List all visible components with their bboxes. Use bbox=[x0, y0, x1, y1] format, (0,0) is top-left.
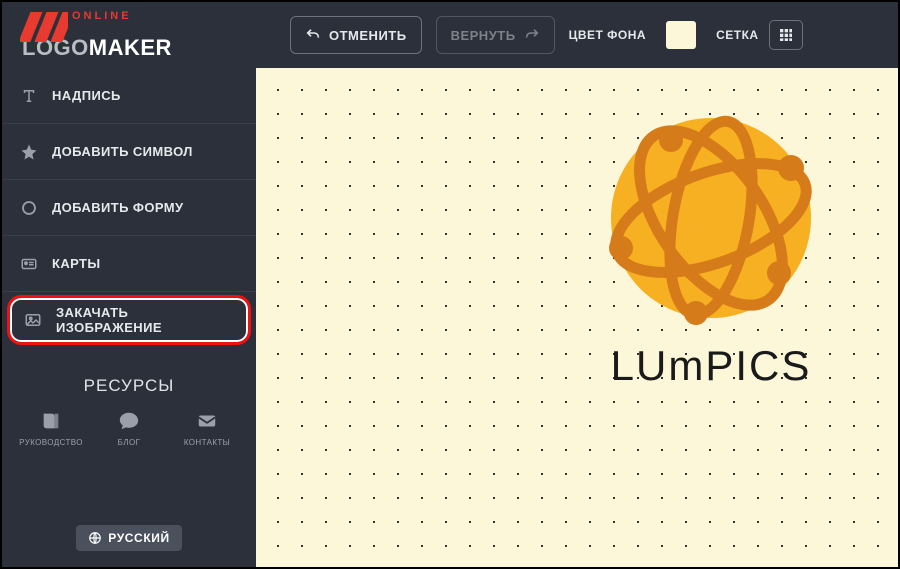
resources-section: РЕСУРСЫ РУКОВОДСТВО БЛОГ КОНТАКТЫ bbox=[2, 376, 256, 447]
language-label: РУССКИЙ bbox=[108, 531, 169, 545]
main: НАДПИСЬ ДОБАВИТЬ СИМВОЛ ДОБАВИТЬ ФОРМУ К… bbox=[2, 68, 898, 567]
mail-icon bbox=[196, 410, 218, 432]
star-icon bbox=[20, 143, 38, 161]
logo-top-text: ONLINE bbox=[72, 12, 132, 22]
sidebar-item-label: НАДПИСЬ bbox=[52, 88, 121, 103]
text-icon bbox=[20, 87, 38, 105]
sidebar-item-text[interactable]: НАДПИСЬ bbox=[2, 68, 256, 124]
redo-button[interactable]: ВЕРНУТЬ bbox=[436, 16, 555, 54]
sidebar-item-shape[interactable]: ДОБАВИТЬ ФОРМУ bbox=[2, 180, 256, 236]
redo-icon bbox=[524, 27, 540, 43]
redo-label: ВЕРНУТЬ bbox=[451, 28, 516, 43]
design-canvas[interactable]: LUmPICS bbox=[256, 68, 898, 567]
sidebar-item-label: ДОБАВИТЬ СИМВОЛ bbox=[52, 144, 193, 159]
sidebar-item-label: ДОБАВИТЬ ФОРМУ bbox=[52, 200, 183, 215]
sidebar-item-label: КАРТЫ bbox=[52, 256, 101, 271]
image-icon bbox=[24, 311, 42, 329]
globe-logo-icon bbox=[601, 108, 821, 328]
chat-icon bbox=[118, 410, 140, 432]
undo-label: ОТМЕНИТЬ bbox=[329, 28, 407, 43]
bgcolor-label: ЦВЕТ ФОНА bbox=[569, 28, 647, 42]
sidebar-item-symbol[interactable]: ДОБАВИТЬ СИМВОЛ bbox=[2, 124, 256, 180]
resource-label: КОНТАКТЫ bbox=[184, 438, 230, 447]
sidebar-item-upload-image[interactable]: ЗАКАЧАТЬ ИЗОБРАЖЕНИЕ bbox=[7, 295, 251, 345]
logo-text[interactable]: LUmPICS bbox=[611, 342, 812, 390]
header: ONLINE LOGOMAKER ОТМЕНИТЬ ВЕРНУТЬ ЦВЕТ Ф… bbox=[2, 2, 898, 68]
language-selector[interactable]: РУССКИЙ bbox=[76, 525, 181, 551]
resource-blog[interactable]: БЛОГ bbox=[99, 410, 159, 447]
resource-contacts[interactable]: КОНТАКТЫ bbox=[177, 410, 237, 447]
sidebar: НАДПИСЬ ДОБАВИТЬ СИМВОЛ ДОБАВИТЬ ФОРМУ К… bbox=[2, 68, 256, 567]
grid-toggle-button[interactable] bbox=[769, 20, 803, 50]
app-logo: ONLINE LOGOMAKER bbox=[20, 12, 250, 58]
circle-icon bbox=[20, 199, 38, 217]
undo-icon bbox=[305, 27, 321, 43]
book-icon bbox=[40, 410, 62, 432]
resource-guide[interactable]: РУКОВОДСТВО bbox=[21, 410, 81, 447]
globe-icon bbox=[88, 531, 102, 545]
card-icon bbox=[20, 255, 38, 273]
resource-label: РУКОВОДСТВО bbox=[19, 438, 83, 447]
logo-mark-icon bbox=[20, 12, 68, 42]
sidebar-item-cards[interactable]: КАРТЫ bbox=[2, 236, 256, 292]
sidebar-item-label: ЗАКАЧАТЬ ИЗОБРАЖЕНИЕ bbox=[56, 305, 234, 335]
undo-button[interactable]: ОТМЕНИТЬ bbox=[290, 16, 422, 54]
resource-label: БЛОГ bbox=[118, 438, 141, 447]
grid-icon bbox=[778, 27, 794, 43]
resources-title: РЕСУРСЫ bbox=[2, 376, 256, 396]
bgcolor-swatch[interactable] bbox=[666, 21, 696, 49]
toolbar: ОТМЕНИТЬ ВЕРНУТЬ ЦВЕТ ФОНА СЕТКА bbox=[290, 16, 803, 54]
logo-artwork[interactable]: LUmPICS bbox=[571, 108, 851, 390]
grid-label: СЕТКА bbox=[716, 28, 759, 42]
